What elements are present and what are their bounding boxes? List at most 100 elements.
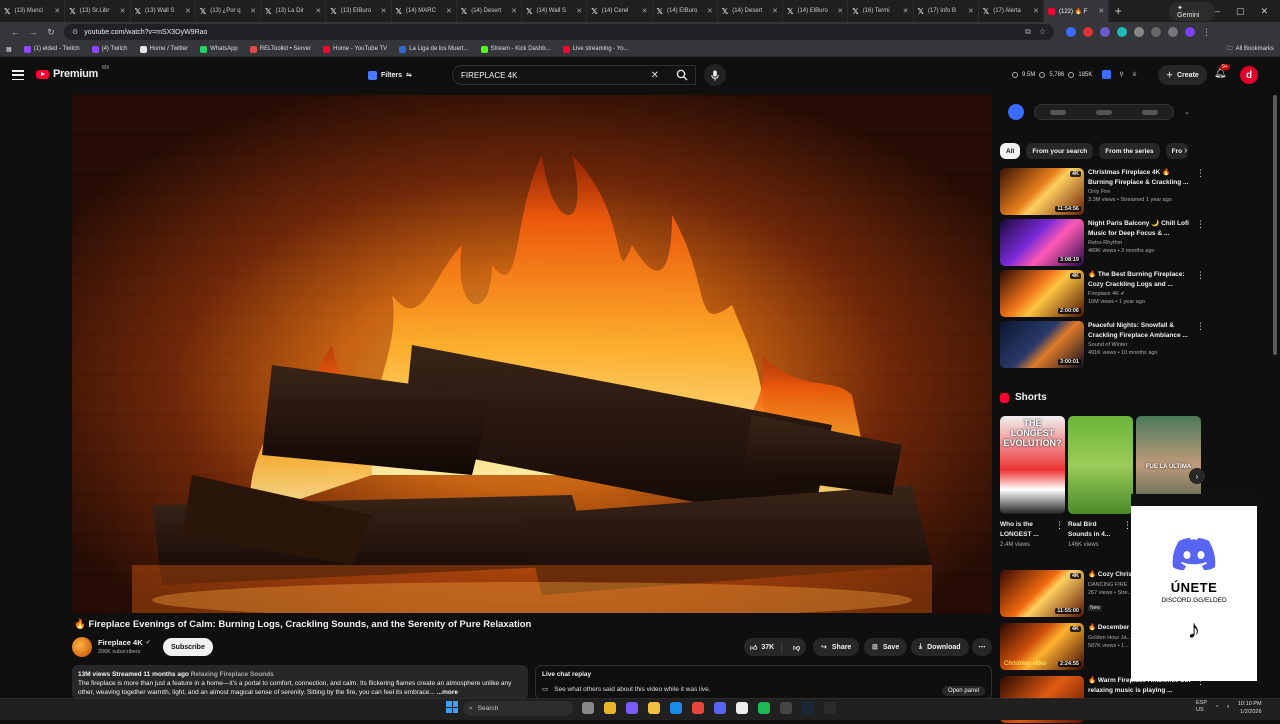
- taskbar-search[interactable]: ⌕ Search: [463, 701, 573, 716]
- extension-icon[interactable]: [1100, 27, 1110, 37]
- bookmark-item[interactable]: Live streaming - Yo...: [562, 45, 629, 53]
- more-actions-button[interactable]: ⋯: [972, 638, 992, 656]
- subscribe-button[interactable]: Subscribe: [163, 638, 213, 656]
- reload-icon[interactable]: ↻: [42, 27, 60, 38]
- tab-x[interactable]: 𝕏 (14) Cerel ✕: [587, 0, 653, 22]
- spotify-icon[interactable]: [758, 702, 770, 714]
- menu-icon[interactable]: [12, 70, 24, 80]
- profile-icon[interactable]: [1185, 27, 1195, 37]
- filter-chip[interactable]: From your search: [1026, 143, 1094, 159]
- close-icon[interactable]: ✕: [1098, 7, 1104, 15]
- steam-icon[interactable]: [802, 702, 814, 714]
- channel-name[interactable]: Fireplace 4K ✔: [1088, 291, 1192, 297]
- close-icon[interactable]: ✕: [381, 7, 387, 15]
- chrome-icon[interactable]: [692, 702, 704, 714]
- channel-name[interactable]: Fireplace 4K ✔: [98, 638, 151, 647]
- copilot-icon[interactable]: [626, 702, 638, 714]
- edge-icon[interactable]: [670, 702, 682, 714]
- file-explorer-icon[interactable]: [604, 702, 616, 714]
- filter-chip[interactable]: All: [1000, 143, 1021, 159]
- close-icon[interactable]: ✕: [250, 7, 256, 15]
- close-icon[interactable]: ✕: [903, 7, 909, 15]
- address-bar[interactable]: ⚙ youtube.com/watch?v=mSX3OyW9Rao ⧉ ☆: [64, 24, 1054, 40]
- windows-start-icon[interactable]: [446, 701, 458, 713]
- minimize-icon[interactable]: –: [1215, 6, 1220, 17]
- tab-x[interactable]: 𝕏 (13) ¿Por q ✕: [196, 0, 261, 22]
- save-button[interactable]: ⊞ Save: [864, 638, 908, 656]
- close-icon[interactable]: ✕: [511, 7, 517, 15]
- tab-x[interactable]: 𝕏 (13) La Dir ✕: [261, 0, 327, 22]
- bookmark-item[interactable]: Stream - Kick Dashb...: [480, 45, 551, 53]
- trophy-icon[interactable]: ♕: [1132, 71, 1137, 78]
- close-icon[interactable]: ✕: [446, 7, 452, 15]
- sidepanel-icon[interactable]: [1168, 27, 1178, 37]
- bookmark-item[interactable]: (4) Twitch: [91, 45, 128, 53]
- channel-name[interactable]: Retro-Rhythm: [1088, 240, 1192, 246]
- create-button[interactable]: ＋ Create: [1158, 65, 1207, 85]
- open-panel-button[interactable]: Open panel: [941, 686, 985, 696]
- install-icon[interactable]: ⧉: [1025, 27, 1031, 37]
- more-vertical-icon[interactable]: ⋮: [1196, 168, 1205, 179]
- close-icon[interactable]: ✕: [642, 7, 648, 15]
- clear-search-icon[interactable]: ✕: [651, 70, 659, 81]
- bookmark-item[interactable]: WhatsApp: [200, 45, 238, 53]
- tab-x[interactable]: 𝕏 (16) Termi ✕: [848, 0, 914, 22]
- short-thumbnail[interactable]: [1068, 416, 1133, 514]
- recommended-video[interactable]: 4K 2:00:06 🔥 The Best Burning Fireplace: C…: [1000, 270, 1205, 318]
- terminal-icon[interactable]: [824, 702, 836, 714]
- extension-icon[interactable]: [1117, 27, 1127, 37]
- more-vertical-icon[interactable]: ⋮: [1196, 219, 1205, 230]
- shorts-next-button[interactable]: ›: [1189, 468, 1205, 484]
- obs-icon[interactable]: [780, 702, 792, 714]
- more-vertical-icon[interactable]: ⋮: [1055, 520, 1064, 531]
- download-button[interactable]: ⤓ Download: [911, 638, 969, 656]
- short-thumbnail[interactable]: THE LONGEST EVOLUTION?: [1000, 416, 1065, 514]
- close-icon[interactable]: ✕: [185, 7, 191, 15]
- tab-x[interactable]: 𝕏 (14) ElBuro ✕: [653, 0, 718, 22]
- close-icon[interactable]: ✕: [707, 7, 713, 15]
- video-thumbnail[interactable]: 4K 2:00:06: [1000, 270, 1084, 317]
- task-view-icon[interactable]: [582, 702, 594, 714]
- tab-x[interactable]: 𝕏 (13) Sr.Libr ✕: [65, 0, 131, 22]
- search-input[interactable]: FIREPLACE 4K ✕: [452, 65, 696, 85]
- tab-x[interactable]: 𝕏 (14) Wall S ✕: [522, 0, 588, 22]
- close-icon[interactable]: ✕: [54, 7, 60, 15]
- close-icon[interactable]: ✕: [968, 7, 974, 15]
- ai-suggestion-pills[interactable]: [1034, 104, 1174, 120]
- tab-x[interactable]: 𝕏 (14) MARC ✕: [392, 0, 457, 22]
- close-icon[interactable]: ✕: [1033, 7, 1039, 15]
- share-button[interactable]: ↪ Share: [813, 638, 860, 656]
- discord-icon[interactable]: [714, 702, 726, 714]
- gemini-button[interactable]: ✦ Gemini: [1169, 1, 1216, 21]
- recommended-video[interactable]: 3:08:19 Night Paris Balcony 🌙 Chill Lofi …: [1000, 219, 1205, 267]
- more-vertical-icon[interactable]: ⋮: [1196, 270, 1205, 281]
- back-icon[interactable]: ←: [6, 27, 24, 37]
- wifi-icon[interactable]: ◔: [1215, 704, 1218, 710]
- filter-chip[interactable]: From the series: [1099, 143, 1160, 159]
- channel-name[interactable]: Only Fire: [1088, 189, 1192, 195]
- close-icon[interactable]: ✕: [772, 7, 778, 15]
- bookmark-star-icon[interactable]: ☆: [1039, 27, 1046, 37]
- bookmark-item[interactable]: La Liga de los Muert...: [399, 45, 469, 53]
- all-bookmarks[interactable]: 🗀 All Bookmarks: [1227, 44, 1274, 54]
- video-thumbnail[interactable]: 4K Christmas vibes 2:24:55: [1000, 623, 1084, 670]
- taskbar-clock[interactable]: 10:10 PM 1/2/2026: [1238, 700, 1262, 716]
- extension-icon[interactable]: [1083, 27, 1093, 37]
- bookmark-item[interactable]: Home - YouTube TV: [323, 45, 387, 53]
- new-tab-button[interactable]: +: [1109, 4, 1127, 18]
- video-thumbnail[interactable]: 4K 11:54:56: [1000, 168, 1084, 215]
- extension-icon[interactable]: [1066, 27, 1076, 37]
- cast-icon[interactable]: ⚲: [1119, 71, 1123, 78]
- video-player[interactable]: [72, 95, 992, 613]
- video-thumbnail[interactable]: 4K 11:55:00: [1000, 570, 1084, 617]
- search-button[interactable]: [668, 65, 696, 85]
- close-icon[interactable]: ✕: [576, 7, 582, 15]
- account-avatar[interactable]: d: [1240, 66, 1258, 84]
- bookmark-item[interactable]: (1) elded - Twitch: [23, 45, 80, 53]
- close-icon[interactable]: ✕: [120, 7, 126, 15]
- video-thumbnail[interactable]: 3:00:01: [1000, 321, 1084, 368]
- forward-icon[interactable]: →: [24, 27, 42, 37]
- channel-avatar[interactable]: [72, 637, 92, 657]
- voice-search-button[interactable]: [704, 64, 726, 86]
- close-icon[interactable]: ✕: [837, 7, 843, 15]
